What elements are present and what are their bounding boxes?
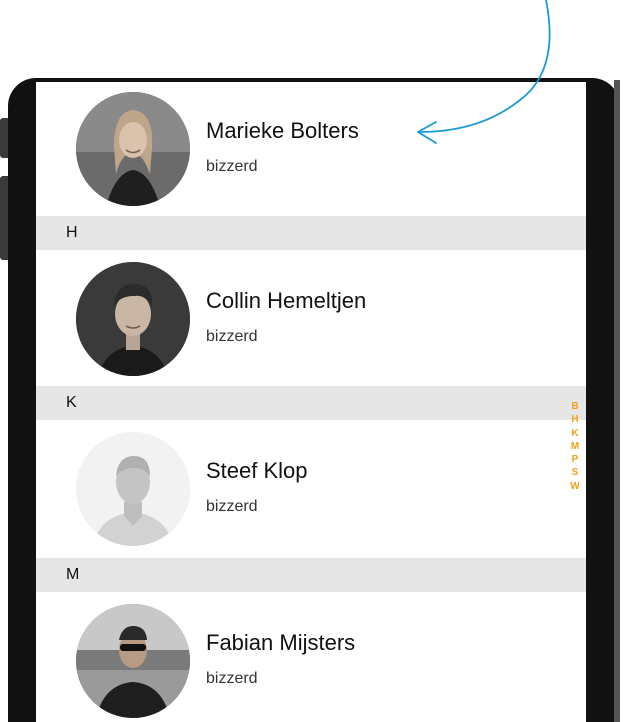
default-avatar-icon [76, 432, 190, 546]
contact-name: Fabian Mijsters [206, 630, 356, 655]
avatar-collin-image [76, 262, 190, 376]
person-photo-icon [76, 262, 190, 376]
contact-name: Collin Hemeltjen [206, 288, 367, 313]
contact-name: Marieke Bolters [206, 118, 359, 143]
index-letter-p[interactable]: P [572, 453, 579, 466]
index-letter-s[interactable]: S [572, 466, 579, 479]
person-photo-icon [76, 604, 190, 718]
section-letter: K [66, 394, 77, 411]
contact-name: Steef Klop [206, 458, 308, 483]
default-avatar-image [76, 432, 190, 546]
contact-company: bizzerd [206, 670, 258, 687]
contact-company: bizzerd [206, 498, 258, 515]
contacts-screen: Marieke Bolters bizzerd H Collin Hemeltj… [36, 82, 586, 722]
contact-row-collin-hemeltjen[interactable]: Collin Hemeltjen bizzerd [36, 252, 586, 386]
avatar-marieke-image [76, 92, 190, 206]
contact-row-marieke-bolters[interactable]: Marieke Bolters bizzerd [36, 82, 586, 216]
stage: Marieke Bolters bizzerd H Collin Hemeltj… [0, 0, 624, 722]
index-letter-b[interactable]: B [571, 400, 578, 413]
index-letter-h[interactable]: H [571, 413, 578, 426]
avatar-fabian-image [76, 604, 190, 718]
contact-row-fabian-mijsters[interactable]: Fabian Mijsters bizzerd [36, 594, 586, 722]
index-letter-m[interactable]: M [571, 440, 579, 453]
phone-right-rim [614, 80, 620, 722]
contact-company: bizzerd [206, 158, 258, 175]
section-letter: H [66, 224, 78, 241]
index-letter-w[interactable]: W [570, 480, 579, 493]
contact-company: bizzerd [206, 328, 258, 345]
section-letter: M [66, 566, 80, 583]
alphabet-index-bar[interactable]: B H K M P S W [568, 400, 582, 493]
volume-down-button [0, 176, 8, 260]
section-header-h: H [36, 216, 586, 250]
section-header-m: M [36, 558, 586, 592]
section-header-k: K [36, 386, 586, 420]
volume-up-button [0, 118, 8, 158]
person-photo-icon [76, 92, 190, 206]
index-letter-k[interactable]: K [571, 427, 578, 440]
contact-row-steef-klop[interactable]: Steef Klop bizzerd [36, 422, 586, 556]
